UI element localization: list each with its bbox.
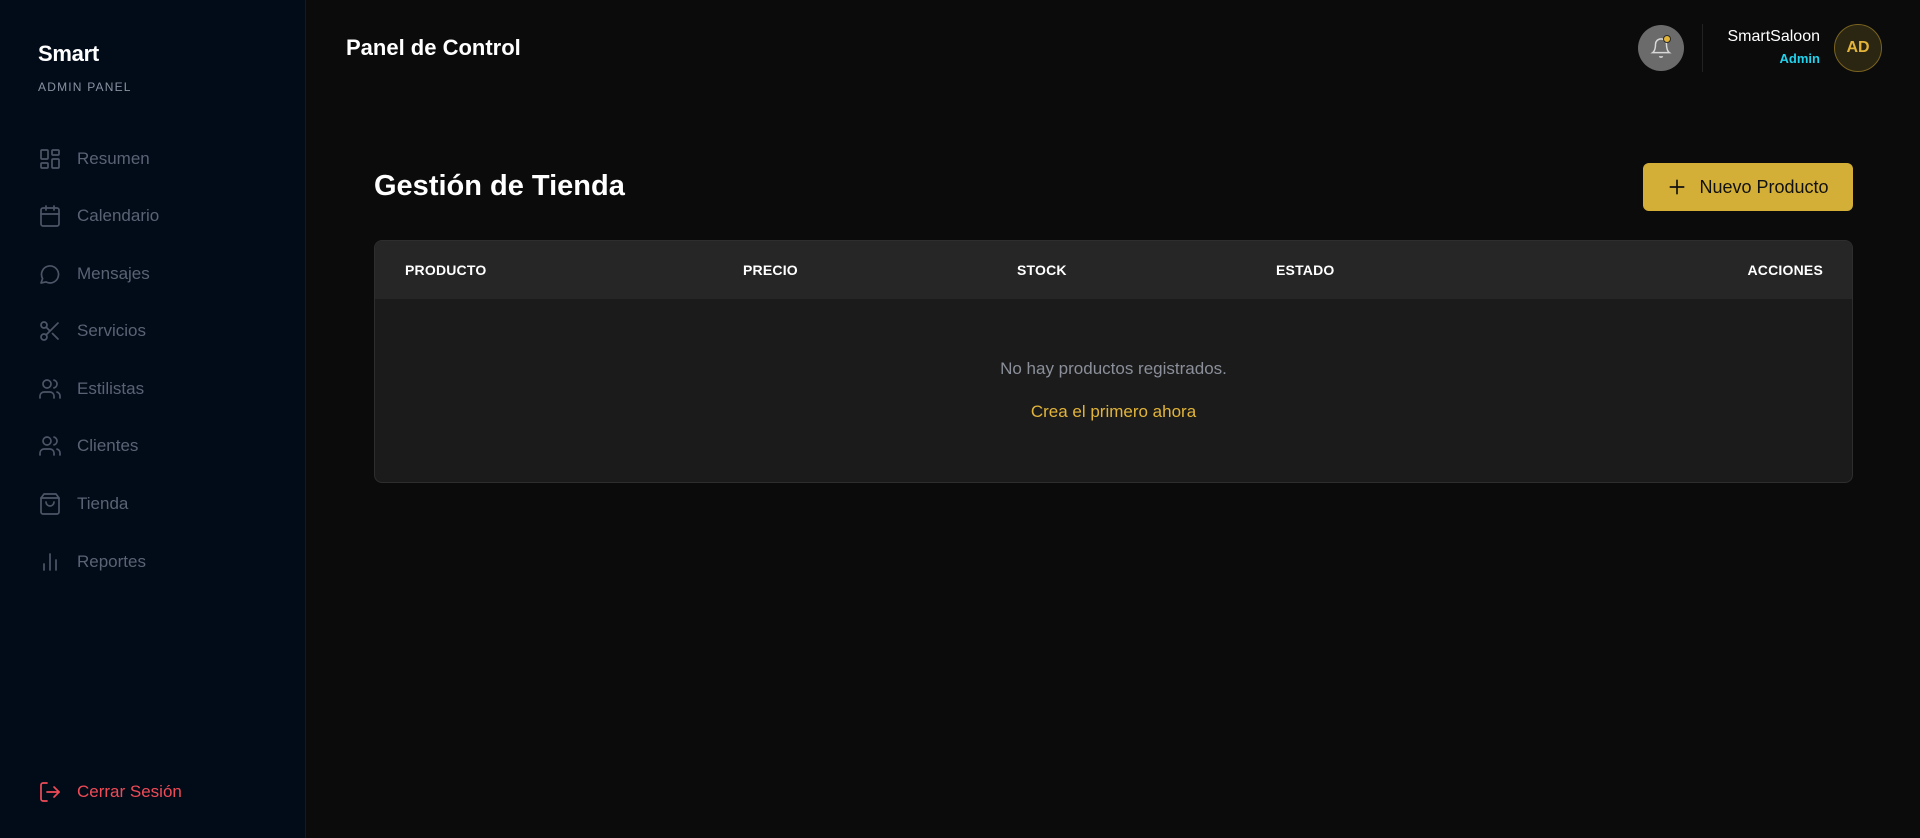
- sidebar-item-reportes[interactable]: Reportes: [38, 547, 278, 577]
- bar-chart-icon: [38, 550, 62, 574]
- users-icon: [38, 377, 62, 401]
- table-header: PRODUCTO PRECIO STOCK ESTADO ACCIONES: [375, 241, 1852, 299]
- sidebar-item-label: Servicios: [77, 321, 146, 340]
- sidebar-item-tienda[interactable]: Tienda: [38, 489, 278, 519]
- shopping-bag-icon: [38, 492, 62, 516]
- sidebar-item-estilistas[interactable]: Estilistas: [38, 374, 278, 404]
- column-header-estado: ESTADO: [1276, 262, 1335, 278]
- user-role: Admin: [1779, 51, 1820, 66]
- dashboard-icon: [38, 147, 62, 171]
- sidebar-item-label: Estilistas: [77, 379, 145, 398]
- column-header-precio: PRECIO: [743, 262, 798, 278]
- plus-icon: [1667, 177, 1687, 197]
- sidebar-item-label: Reportes: [77, 552, 146, 571]
- user-name: SmartSaloon: [1727, 28, 1821, 45]
- sidebar-item-label: Clientes: [77, 436, 139, 455]
- scissors-icon: [38, 319, 62, 343]
- sidebar-item-label: Calendario: [77, 206, 160, 225]
- message-icon: [38, 262, 62, 286]
- sidebar-item-label: Tienda: [77, 494, 129, 513]
- sidebar-item-label: Mensajes: [77, 264, 150, 283]
- logout-icon: [38, 780, 62, 804]
- sidebar-item-resumen[interactable]: Resumen: [38, 144, 278, 174]
- calendar-icon: [38, 204, 62, 228]
- brand-title: Smart: [38, 41, 99, 66]
- users-icon: [38, 434, 62, 458]
- column-header-stock: STOCK: [1017, 262, 1067, 278]
- header-divider: [1702, 24, 1703, 72]
- products-table: PRODUCTO PRECIO STOCK ESTADO ACCIONES No…: [374, 240, 1853, 483]
- logout-label: Cerrar Sesión: [77, 782, 182, 801]
- sidebar: Smart ADMIN PANEL Resumen Calendario Men…: [0, 0, 306, 838]
- create-first-link[interactable]: Crea el primero ahora: [375, 402, 1852, 422]
- sidebar-item-servicios[interactable]: Servicios: [38, 316, 278, 346]
- page-title: Panel de Control: [346, 35, 521, 60]
- sidebar-item-mensajes[interactable]: Mensajes: [38, 259, 278, 289]
- brand-subtitle: ADMIN PANEL: [38, 80, 132, 94]
- notification-dot: [1663, 35, 1671, 43]
- sidebar-item-clientes[interactable]: Clientes: [38, 431, 278, 461]
- notifications-button[interactable]: [1638, 25, 1684, 71]
- new-product-label: Nuevo Producto: [1699, 176, 1829, 197]
- avatar[interactable]: AD: [1834, 24, 1882, 72]
- section-title: Gestión de Tienda: [374, 170, 625, 202]
- sidebar-item-calendario[interactable]: Calendario: [38, 201, 278, 231]
- empty-state-message: No hay productos registrados.: [1000, 359, 1227, 378]
- sidebar-item-label: Resumen: [77, 149, 150, 168]
- logout-button[interactable]: Cerrar Sesión: [38, 777, 278, 807]
- column-header-acciones: ACCIONES: [1747, 262, 1823, 278]
- column-header-producto: PRODUCTO: [405, 262, 487, 278]
- new-product-button[interactable]: Nuevo Producto: [1643, 163, 1853, 211]
